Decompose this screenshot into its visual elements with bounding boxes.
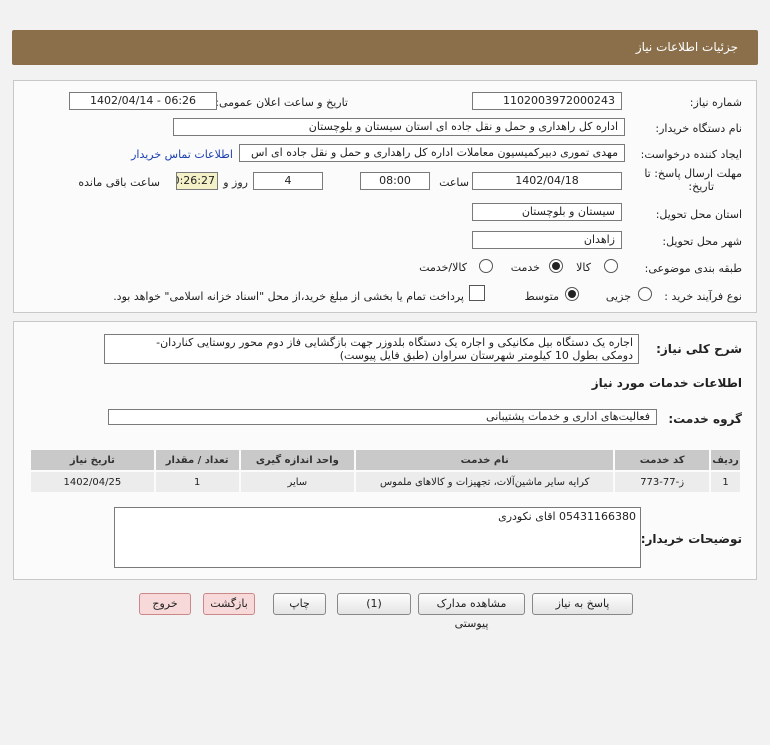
cell-need-date: 1402/04/25 [29,470,156,494]
remaining-label: ساعت باقی مانده [78,176,160,189]
treasury-payment-checkbox[interactable] [469,285,485,301]
services-section-title: اطلاعات خدمات مورد نیاز [591,376,742,390]
deadline-time-field: 08:00 [360,172,430,190]
col-quantity: تعداد / مقدار [153,448,241,472]
buyer-notes-box: 05431166380 اقای نکودری [114,507,641,568]
remaining-time-field: 00:26:27 [176,172,218,190]
category-option-goods-service: کالا/خدمت [419,261,467,274]
page-title: جزئیات اطلاعات نیاز [635,40,738,54]
process-radio-medium[interactable] [565,287,579,301]
province-field: سیستان و بلوچستان [472,203,622,221]
exit-button[interactable]: خروج [139,593,191,615]
buyer-notes-label: توضیحات خریدار: [640,532,742,546]
services-table: ردیف کد خدمت نام خدمت واحد اندازه گیری ت… [29,448,742,494]
process-option-medium: متوسط [524,290,559,303]
description-label: شرح کلی نیاز: [656,342,742,356]
col-unit: واحد اندازه گیری [238,448,357,472]
buyer-label: نام دستگاه خریدار: [655,122,742,135]
view-docs-button-alt[interactable]: (1) [337,593,411,615]
reply-button[interactable]: پاسخ به نیاز [532,593,633,615]
time-label: ساعت [439,176,469,189]
col-service-code: کد خدمت [613,448,712,472]
view-attachments-button[interactable]: مشاهده مدارک پیوستی [418,593,525,630]
buyer-field: اداره کل راهداری و حمل و نقل جاده ای است… [173,118,625,136]
service-group-field: فعالیت‌های اداری و خدمات پشتیبانی [108,409,657,425]
buyer-contact-link[interactable]: اطلاعات تماس خریدار [131,148,233,161]
deadline-date-label: تاریخ: [688,180,714,193]
cell-row: 1 [709,470,742,494]
category-radio-goods-service[interactable] [479,259,493,273]
col-service-name: نام خدمت [354,448,616,472]
category-option-goods: کالا [576,261,591,274]
need-info-panel [13,80,757,313]
category-option-service: خدمت [510,261,540,274]
table-row: 1 ز-77-773 کرایه سایر ماشین‌آلات، تجهیزا… [29,470,742,494]
page-header: جزئیات اطلاعات نیاز [12,30,758,65]
province-label: استان محل تحویل: [655,208,742,221]
col-need-date: تاریخ نیاز [29,448,156,472]
table-header-row: ردیف کد خدمت نام خدمت واحد اندازه گیری ت… [29,448,742,472]
announce-datetime-field: 1402/04/14 - 06:26 [69,92,217,110]
cell-service-name: کرایه سایر ماشین‌آلات، تجهیزات و کالاهای… [354,470,616,494]
payment-note: پرداخت تمام یا بخشی از مبلغ خرید،از محل … [113,290,464,303]
creator-label: ایجاد کننده درخواست: [640,148,742,161]
description-box: اجاره یک دستگاه بیل مکانیکی و اجاره یک د… [104,334,639,364]
description-line-1: اجاره یک دستگاه بیل مکانیکی و اجاره یک د… [156,336,633,349]
print-button[interactable]: چاپ [273,593,326,615]
need-number-field: 1102003972000243 [472,92,622,110]
service-group-label: گروه خدمت: [668,412,742,426]
process-option-minor: جزیی [605,290,631,303]
process-label: نوع فرآیند خرید : [664,290,742,303]
cell-unit: سایر [238,470,357,494]
process-radio-minor[interactable] [638,287,652,301]
creator-field: مهدی تموری دبیرکمیسیون معاملات اداره کل … [239,144,625,162]
deadline-date-field: 1402/04/18 [472,172,622,190]
city-field: زاهدان [472,231,622,249]
city-label: شهر محل تحویل: [662,235,742,248]
days-label: روز و [223,176,248,189]
col-row: ردیف [709,448,742,472]
category-radio-goods[interactable] [604,259,618,273]
deadline-label: مهلت ارسال پاسخ: تا [644,167,742,180]
days-field: 4 [253,172,323,190]
cell-quantity: 1 [153,470,241,494]
category-label: طبقه بندی موضوعی: [644,262,742,275]
category-radio-service[interactable] [549,259,563,273]
buyer-notes-text: 05431166380 اقای نکودری [498,510,636,523]
announce-label: تاریخ و ساعت اعلان عمومی: [215,96,348,109]
back-button[interactable]: بازگشت [203,593,255,615]
cell-service-code: ز-77-773 [613,470,712,494]
description-line-2: دومکی بطول 10 کیلومتر شهرستان سراوان (طب… [339,349,633,362]
need-number-label: شماره نیاز: [689,96,742,109]
